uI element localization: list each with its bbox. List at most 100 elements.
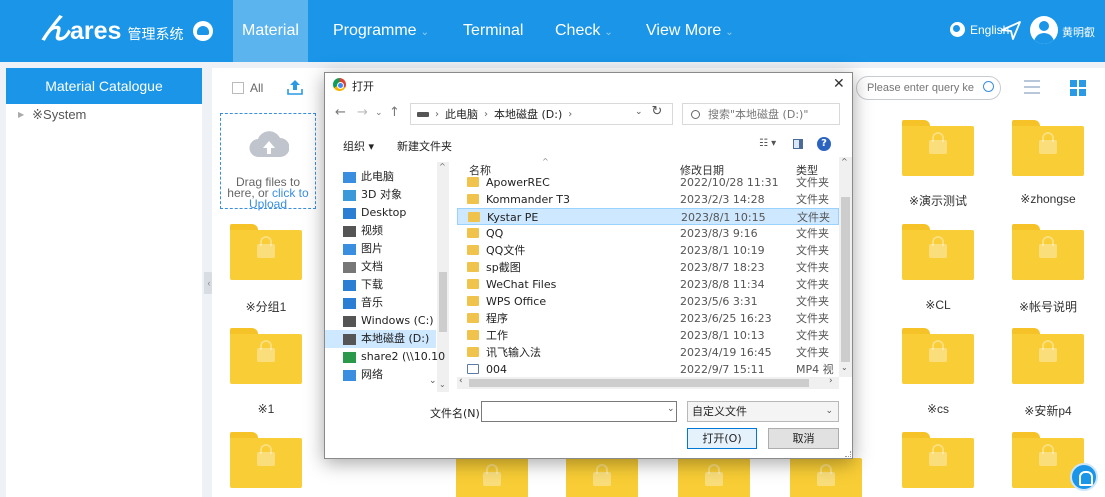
address-bar[interactable]: › 此电脑 › 本地磁盘 (D:) › ⌄ — [410, 103, 673, 125]
select-all[interactable]: All — [232, 81, 263, 95]
folder-label[interactable]: ※安新p4 — [1000, 402, 1096, 419]
preview-pane-icon[interactable] — [793, 139, 803, 149]
horizontal-scrollbar[interactable]: ‹ › — [457, 376, 839, 389]
file-row[interactable]: 程序 2023/6/25 16:23 文件夹 — [457, 310, 839, 327]
nav-terminal[interactable]: Terminal — [463, 0, 523, 62]
folder-item[interactable] — [230, 224, 302, 280]
back-arrow-icon[interactable]: ← — [335, 105, 346, 120]
nav-check[interactable]: Check ⌄ — [555, 0, 613, 62]
recent-dropdown-icon[interactable]: ⌄ — [375, 108, 383, 118]
nav-view-more[interactable]: View More ⌄ — [646, 0, 734, 62]
select-all-checkbox[interactable] — [232, 82, 244, 94]
file-row[interactable]: Kommander T3 2023/2/3 14:28 文件夹 — [457, 191, 839, 208]
filetype-select[interactable]: 自定义文件 ⌄ — [687, 401, 839, 422]
folder-item[interactable] — [230, 328, 302, 384]
breadcrumb-drive-d[interactable]: 本地磁盘 (D:) — [494, 106, 562, 122]
refresh-icon[interactable]: ↻ — [647, 104, 667, 120]
logo[interactable]: ん ares 管理系统 — [40, 15, 183, 46]
scroll-down-icon[interactable]: ⌄ — [841, 363, 848, 372]
scroll-thumb[interactable] — [469, 379, 809, 387]
nav-pane-item[interactable]: 音乐 — [343, 294, 383, 312]
file-row[interactable]: QQ 2023/8/3 9:16 文件夹 — [457, 225, 839, 242]
nav-pane-collapse-icon[interactable]: ⌄ — [429, 376, 437, 386]
nav-pane-item[interactable]: 文档 — [343, 258, 383, 276]
address-dropdown-icon[interactable]: ⌄ — [635, 107, 643, 117]
close-icon[interactable]: ✕ — [833, 76, 845, 92]
nav-pane-item[interactable]: 本地磁盘 (D:) — [325, 330, 436, 348]
scroll-down-icon[interactable]: ⌄ — [439, 380, 446, 389]
file-row[interactable]: 讯飞输入法 2023/4/19 16:45 文件夹 — [457, 344, 839, 361]
folder-item[interactable] — [902, 120, 974, 176]
breadcrumb-this-pc[interactable]: 此电脑 — [445, 106, 478, 122]
scroll-right-icon[interactable]: › — [829, 376, 833, 386]
folder-label[interactable]: ※演示测试 — [890, 192, 986, 209]
dialog-search-input[interactable]: 搜索"本地磁盘 (D:)" — [682, 103, 840, 125]
file-row[interactable]: WeChat Files 2023/8/8 11:34 文件夹 — [457, 276, 839, 293]
help-icon[interactable]: ? — [817, 137, 831, 151]
forward-arrow-icon[interactable]: → — [357, 105, 368, 120]
username[interactable]: 黄明叡 — [1062, 24, 1095, 40]
nav-pane-item[interactable]: 网络 — [343, 366, 383, 384]
nav-programme[interactable]: Programme ⌄ — [333, 0, 429, 62]
new-folder-button[interactable]: 新建文件夹 — [397, 138, 452, 154]
file-row[interactable]: ApowerREC 2022/10/28 11:31 文件夹 — [457, 174, 839, 191]
scroll-thumb[interactable] — [841, 197, 850, 362]
organize-button[interactable]: 组织 ▾ — [343, 138, 374, 154]
nav-pane-item[interactable]: share2 (\\10.10 — [343, 348, 445, 366]
folder-item[interactable] — [902, 432, 974, 488]
open-button[interactable]: 打开(O) — [687, 428, 757, 449]
folder-item[interactable] — [230, 432, 302, 488]
file-row[interactable]: WPS Office 2023/5/6 3:31 文件夹 — [457, 293, 839, 310]
nav-pane-item[interactable]: Windows (C:) — [343, 312, 434, 330]
folder-item[interactable] — [902, 224, 974, 280]
filename-dropdown-icon[interactable]: ⌄ — [667, 404, 675, 414]
scroll-left-icon[interactable]: ‹ — [459, 376, 463, 386]
upload-icon[interactable] — [286, 78, 304, 96]
folder-label[interactable]: ※分组1 — [218, 298, 314, 315]
nav-pane-item[interactable]: 下载 — [343, 276, 383, 294]
folder-label[interactable]: ※CL — [890, 298, 986, 312]
notification-bell-icon[interactable] — [1070, 463, 1098, 491]
search-icon[interactable] — [983, 81, 994, 92]
file-row[interactable]: QQ文件 2023/8/1 10:19 文件夹 — [457, 242, 839, 259]
folder-item[interactable] — [1012, 224, 1084, 280]
nav-pane-item[interactable]: 此电脑 — [343, 168, 394, 186]
list-view-icon[interactable] — [1024, 80, 1040, 94]
upload-link-2[interactable]: Upload — [249, 197, 287, 211]
upload-dropzone[interactable]: Drag files to here, or click to Upload — [220, 113, 316, 211]
folder-item[interactable] — [1012, 120, 1084, 176]
file-name: WPS Office — [486, 295, 547, 308]
scroll-thumb[interactable] — [439, 272, 447, 332]
folder-item[interactable] — [1012, 328, 1084, 384]
up-arrow-icon[interactable]: ↑ — [389, 105, 400, 120]
ufo-icon[interactable] — [193, 21, 213, 41]
nav-pane-item[interactable]: 视频 — [343, 222, 383, 240]
tree-item-system[interactable]: ▶ ※System — [6, 104, 202, 126]
send-icon[interactable] — [1000, 19, 1022, 41]
material-search-input[interactable] — [856, 76, 1001, 100]
nav-material[interactable]: Material — [233, 0, 308, 62]
nav-pane-item[interactable]: Desktop — [343, 204, 406, 222]
nav-pane-item[interactable]: 图片 — [343, 240, 383, 258]
folder-label[interactable]: ※帐号说明 — [1000, 298, 1096, 315]
view-options-icon[interactable]: ☷ ▾ — [759, 138, 776, 149]
file-row[interactable]: sp截图 2023/8/7 18:23 文件夹 — [457, 259, 839, 276]
grid-view-icon[interactable] — [1070, 80, 1086, 96]
dialog-titlebar[interactable]: 打开 ✕ — [325, 73, 852, 97]
scroll-up-icon[interactable]: ^ — [841, 157, 848, 166]
user-avatar[interactable] — [1030, 16, 1058, 44]
file-row[interactable]: Kystar PE 2023/8/1 10:15 文件夹 — [457, 208, 839, 225]
folder-label[interactable]: ※cs — [890, 402, 986, 416]
file-row[interactable]: 工作 2023/8/1 10:13 文件夹 — [457, 327, 839, 344]
cancel-button[interactable]: 取消 — [768, 428, 839, 449]
file-row[interactable]: 004 2022/9/7 15:11 MP4 视频 — [457, 361, 839, 375]
folder-item[interactable] — [902, 328, 974, 384]
caret-right-icon[interactable]: ▶ — [18, 104, 24, 126]
resize-grip[interactable] — [845, 451, 851, 457]
folder-label[interactable]: ※zhongse — [1000, 192, 1096, 206]
nav-pane-item[interactable]: 3D 对象 — [343, 186, 402, 204]
filename-input[interactable] — [481, 401, 677, 422]
scroll-up-icon[interactable]: ^ — [439, 162, 446, 171]
folder-label[interactable]: ※1 — [218, 402, 314, 416]
file-list-scrollbar[interactable]: ^ ⌄ — [839, 157, 852, 377]
